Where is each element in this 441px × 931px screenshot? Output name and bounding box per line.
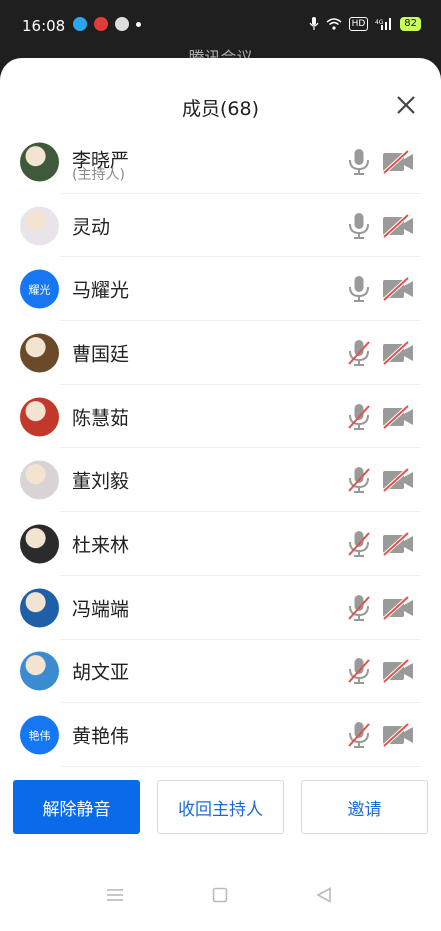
home-icon[interactable] — [212, 887, 228, 903]
microphone-muted-icon[interactable] — [346, 530, 372, 558]
member-row[interactable]: 杜来林 — [0, 512, 441, 576]
avatar — [20, 524, 59, 564]
member-row[interactable]: 耀光 马耀光 — [0, 257, 441, 322]
avatar — [20, 460, 59, 500]
microphone-muted-icon[interactable] — [346, 594, 372, 622]
avatar — [20, 588, 59, 628]
member-row[interactable]: 曹国廷 — [0, 321, 441, 385]
microphone-muted-icon[interactable] — [346, 403, 372, 431]
sheet-title: 成员(68) — [181, 98, 259, 120]
member-role: (主持人) — [72, 167, 125, 183]
avatar: 耀光 — [20, 269, 59, 309]
microphone-muted-icon[interactable] — [346, 466, 372, 494]
microphone-icon[interactable] — [346, 148, 372, 176]
avatar — [20, 651, 59, 691]
avatar — [20, 206, 59, 246]
camera-off-icon[interactable] — [382, 340, 414, 366]
status-time: 16:08 — [22, 17, 66, 35]
system-nav-bar — [0, 871, 441, 931]
action-bar: 解除静音 收回主持人 邀请 — [13, 780, 428, 835]
microphone-icon[interactable] — [346, 212, 372, 240]
microphone-muted-icon[interactable] — [346, 657, 372, 685]
microphone-icon[interactable] — [346, 275, 372, 303]
member-name: 马耀光 — [72, 279, 130, 302]
back-icon[interactable] — [316, 887, 332, 903]
more-notifications-icon — [136, 21, 141, 27]
member-name: 陈慧茹 — [72, 407, 130, 430]
row-divider — [60, 765, 421, 767]
signal-icon: 4G — [375, 18, 392, 30]
menu-icon[interactable] — [106, 887, 124, 903]
member-name: 董刘毅 — [72, 470, 130, 493]
avatar — [20, 142, 59, 182]
camera-off-icon[interactable] — [382, 658, 414, 684]
camera-off-icon[interactable] — [382, 467, 414, 493]
camera-off-icon[interactable] — [382, 404, 414, 430]
member-list: 李晓严 (主持人) 灵动耀光 马耀光曹国廷陈慧茹董刘毅杜来林冯端端胡文亚艳伟 黄艳伟 — [0, 130, 441, 767]
camera-off-icon[interactable] — [382, 531, 414, 557]
svg-text:4G: 4G — [375, 19, 384, 26]
qq-icon — [73, 17, 87, 31]
members-sheet: 成员(68) 李晓严 (主持人) 灵动耀光 马耀光曹国廷陈慧茹董刘毅杜来林冯端端胡文亚… — [0, 58, 441, 931]
avatar — [20, 333, 59, 373]
member-name: 冯端端 — [72, 598, 130, 621]
member-row[interactable]: 李晓严 (主持人) — [0, 130, 441, 194]
member-row[interactable]: 艳伟 黄艳伟 — [0, 703, 441, 767]
microphone-icon — [309, 17, 319, 30]
camera-off-icon[interactable] — [382, 213, 414, 239]
invite-button[interactable]: 邀请 — [301, 780, 428, 834]
camera-off-icon[interactable] — [382, 595, 414, 621]
microphone-muted-icon[interactable] — [346, 339, 372, 367]
avatar: 艳伟 — [20, 715, 59, 755]
wechat-icon — [115, 17, 129, 31]
app-notification-icon — [94, 17, 108, 31]
avatar — [20, 397, 59, 437]
camera-off-icon[interactable] — [382, 276, 414, 302]
close-button[interactable] — [393, 92, 419, 118]
member-name: 杜来林 — [72, 534, 130, 557]
member-row[interactable]: 胡文亚 — [0, 640, 441, 704]
wifi-icon — [326, 18, 342, 30]
status-system-icons: HD 4G 82 — [309, 17, 421, 31]
member-name: 黄艳伟 — [72, 725, 130, 748]
close-icon — [397, 96, 415, 114]
member-row[interactable]: 董刘毅 — [0, 448, 441, 513]
camera-off-icon[interactable] — [382, 149, 414, 175]
member-row[interactable]: 冯端端 — [0, 576, 441, 640]
member-name: 灵动 — [72, 216, 111, 239]
revoke-host-button[interactable]: 收回主持人 — [157, 780, 284, 834]
battery-indicator: 82 — [400, 17, 421, 31]
unmute-all-button[interactable]: 解除静音 — [13, 780, 140, 834]
member-name: 胡文亚 — [72, 661, 130, 684]
camera-off-icon[interactable] — [382, 722, 414, 748]
member-row[interactable]: 陈慧茹 — [0, 385, 441, 449]
member-name: 曹国廷 — [72, 343, 130, 366]
hd-voice-icon: HD — [348, 17, 369, 31]
microphone-muted-icon[interactable] — [346, 721, 372, 749]
status-notification-icons — [73, 17, 141, 31]
member-row[interactable]: 灵动 — [0, 194, 441, 258]
